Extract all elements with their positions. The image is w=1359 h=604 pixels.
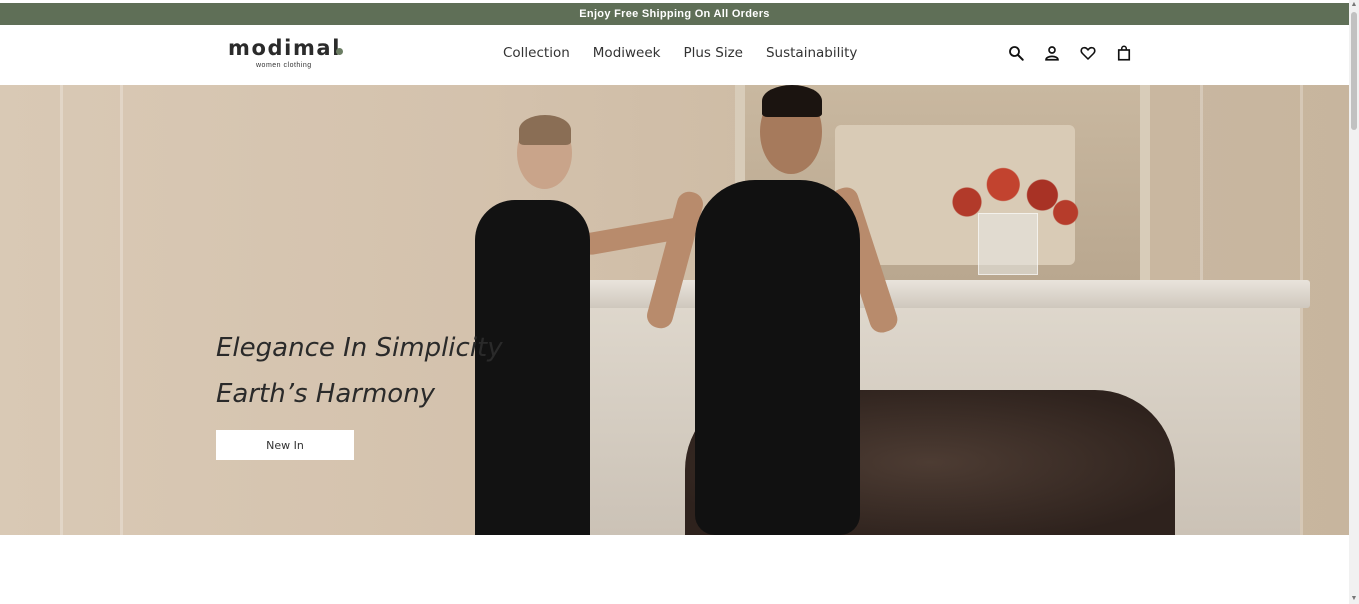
fireplace-mantel bbox=[580, 280, 1310, 308]
model-right-hair bbox=[762, 85, 822, 117]
hero-banner: Elegance In Simplicity Earth’s Harmony N… bbox=[0, 85, 1349, 535]
nav-item-modiweek[interactable]: Modiweek bbox=[593, 45, 661, 61]
brand-tagline: women clothing bbox=[256, 62, 312, 69]
header-icons bbox=[1006, 43, 1150, 63]
nav-item-plus-size[interactable]: Plus Size bbox=[683, 45, 742, 61]
model-left-dress bbox=[475, 200, 590, 535]
site-header: modimal women clothing Collection Modiwe… bbox=[0, 25, 1349, 85]
scroll-up-icon[interactable]: ▲ bbox=[1350, 1, 1358, 9]
wall-panel-line bbox=[1300, 85, 1303, 535]
main-nav: Collection Modiweek Plus Size Sustainabi… bbox=[503, 45, 880, 61]
model-left-hair bbox=[519, 115, 571, 145]
cart-icon[interactable] bbox=[1114, 43, 1134, 63]
scrollbar-thumb[interactable] bbox=[1351, 12, 1357, 130]
brand-dot bbox=[336, 48, 343, 55]
announcement-bar: Enjoy Free Shipping On All Orders bbox=[0, 3, 1349, 25]
search-icon[interactable] bbox=[1006, 43, 1026, 63]
wall-panel-line bbox=[120, 85, 123, 535]
scroll-down-icon[interactable]: ▼ bbox=[1350, 595, 1358, 603]
model-right-dress bbox=[695, 180, 860, 535]
brand-logo[interactable]: modimal women clothing bbox=[228, 37, 348, 73]
new-in-button[interactable]: New In bbox=[216, 430, 354, 460]
account-icon[interactable] bbox=[1042, 43, 1062, 63]
nav-item-collection[interactable]: Collection bbox=[503, 45, 570, 61]
wishlist-icon[interactable] bbox=[1078, 43, 1098, 63]
glass-vase bbox=[978, 213, 1038, 275]
wall-panel-line bbox=[60, 85, 63, 535]
hero-headline: Elegance In Simplicity bbox=[216, 333, 503, 363]
hero-subheadline: Earth’s Harmony bbox=[216, 379, 436, 409]
brand-name: modimal bbox=[228, 36, 341, 60]
announcement-text: Enjoy Free Shipping On All Orders bbox=[579, 8, 770, 20]
nav-item-sustainability[interactable]: Sustainability bbox=[766, 45, 857, 61]
